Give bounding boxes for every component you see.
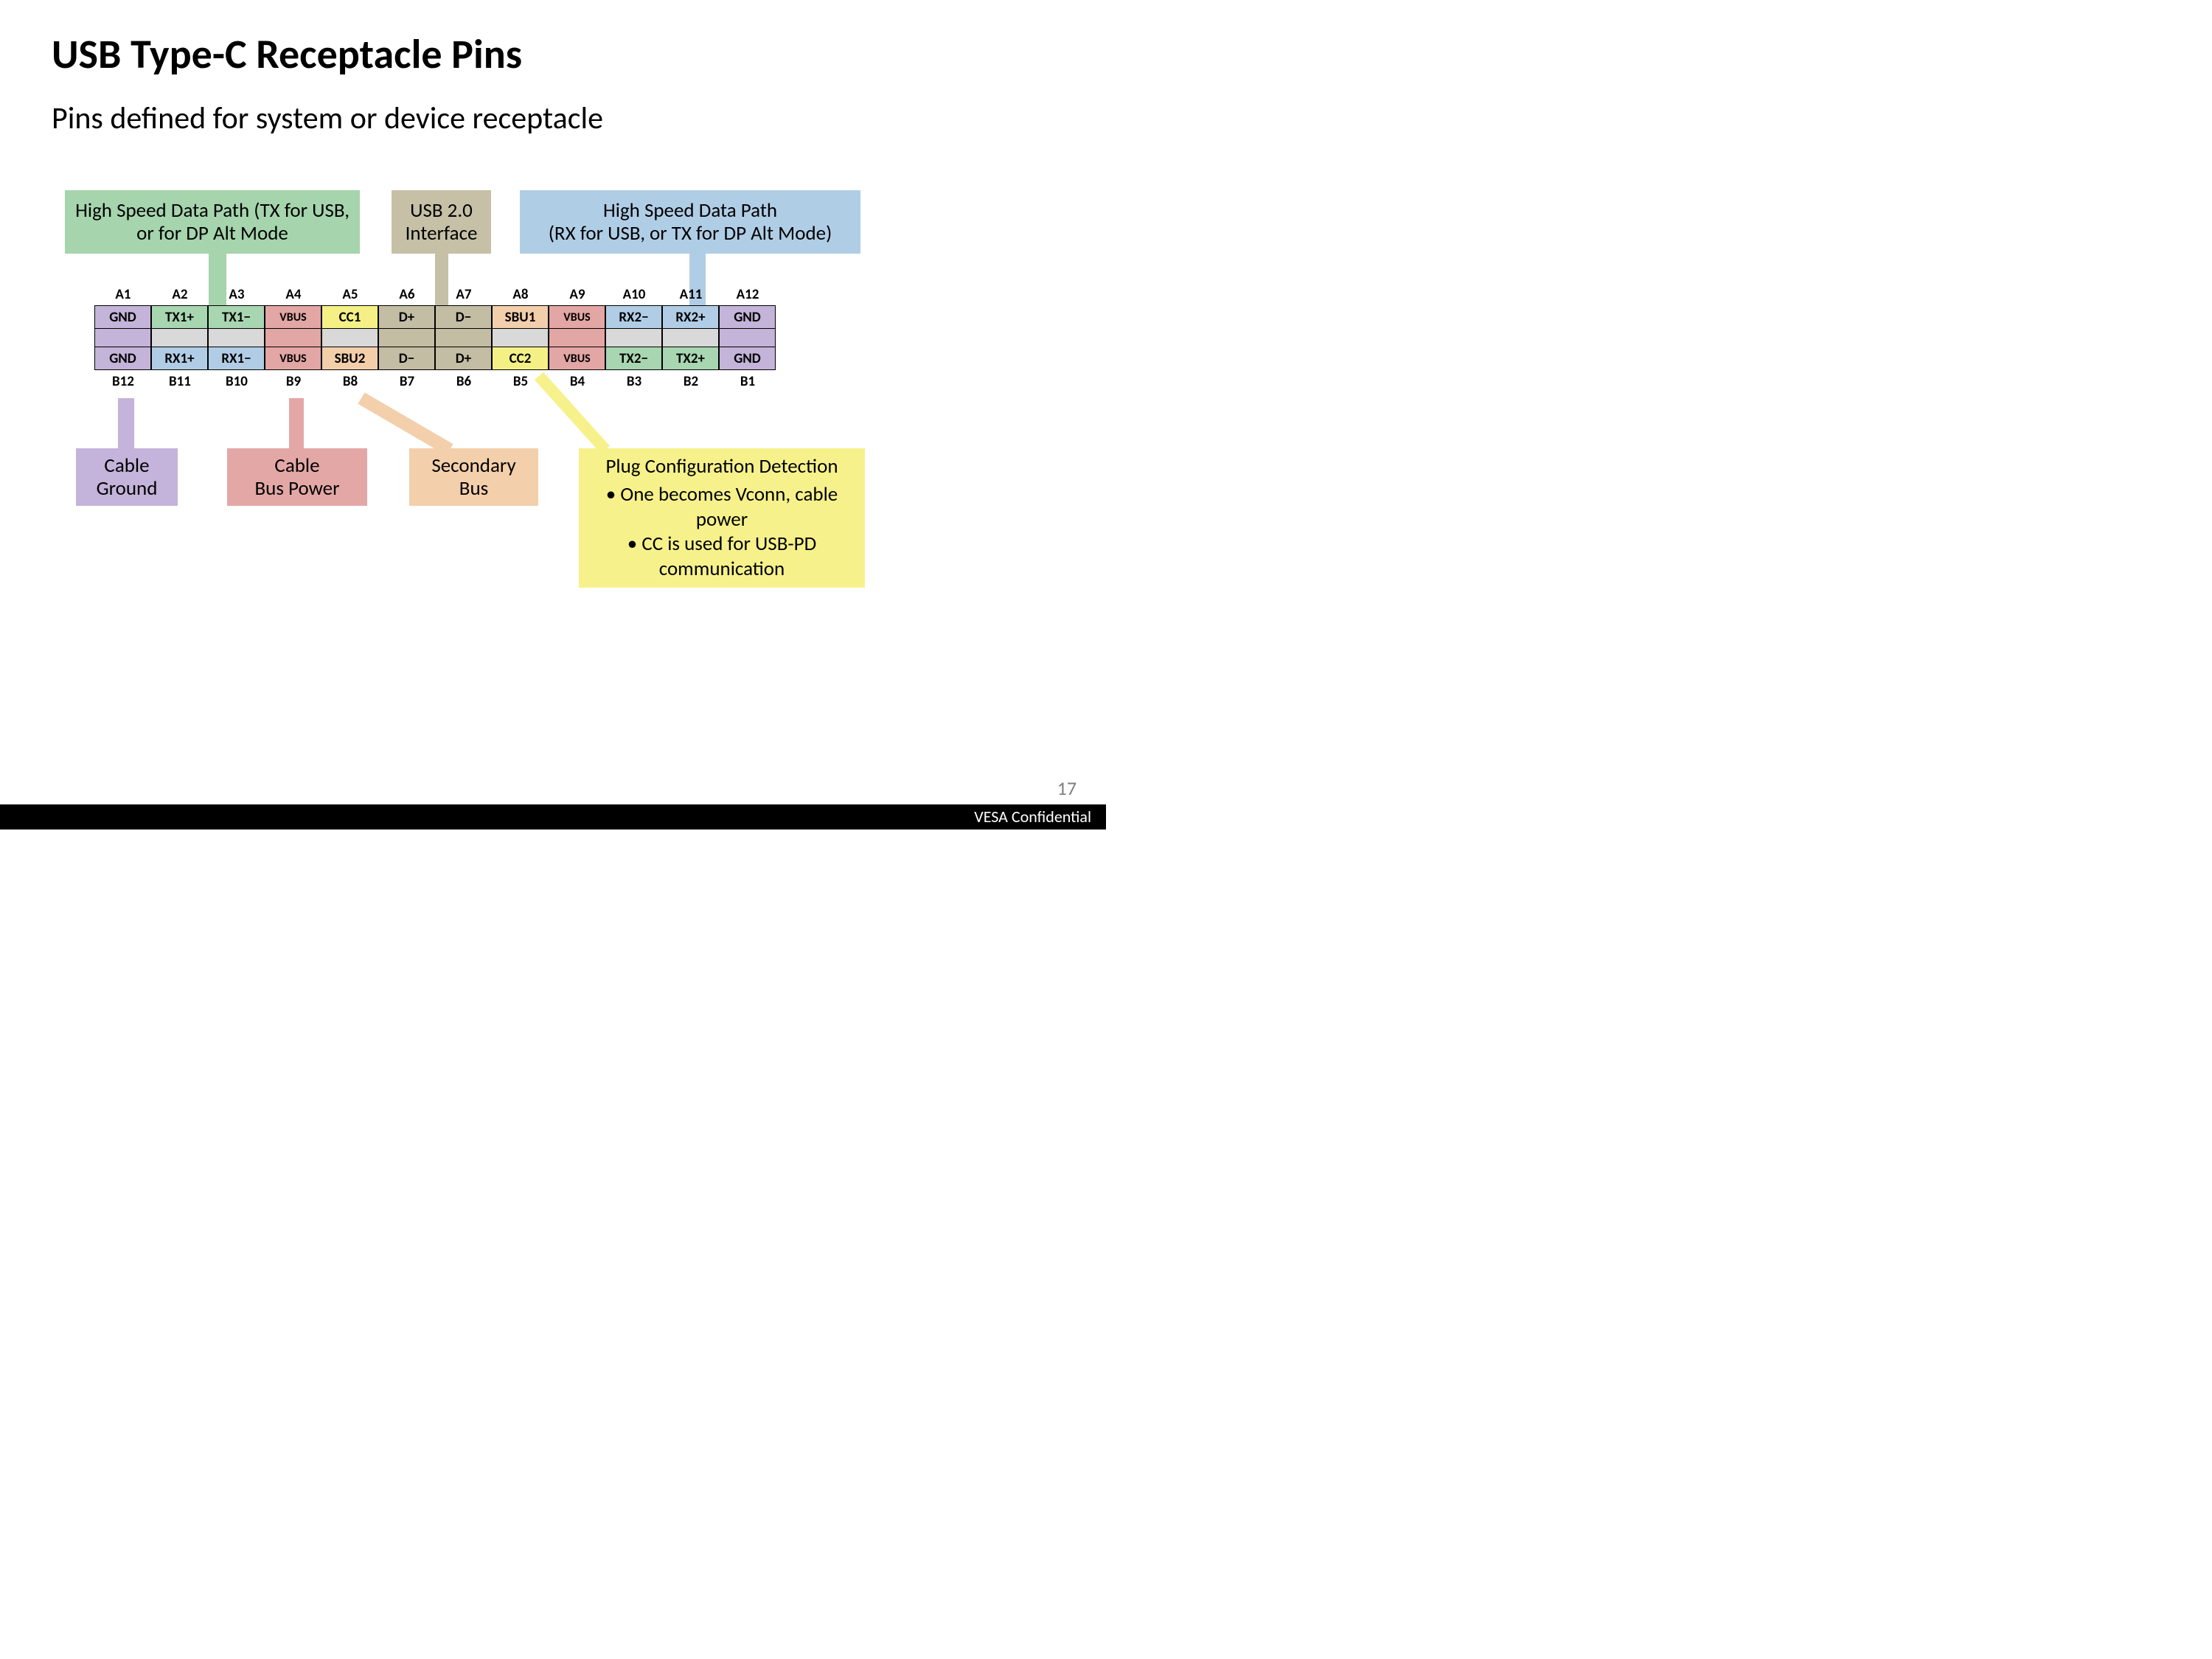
pin-cell-a: SBU1 (492, 305, 549, 329)
pin-label-top: A5 (321, 286, 380, 303)
text: High Speed Data Path (RX for USB, or TX … (549, 199, 832, 245)
pin-label-bottom: B12 (94, 373, 153, 390)
text: Cable Ground (82, 454, 172, 500)
text: USB 2.0 Interface (397, 199, 485, 245)
pin-cell-b: VBUS (265, 347, 321, 370)
pin-label-top: A7 (434, 286, 493, 303)
callout-cable-bus-power: Cable Bus Power (227, 448, 367, 506)
pin-label-top: A6 (378, 286, 437, 303)
pin-label-top: A10 (605, 286, 664, 303)
pin-cell-a: TX1− (208, 305, 265, 329)
pin-label-bottom: B10 (207, 373, 266, 390)
page-number: 17 (1057, 776, 1077, 800)
pin-mid (378, 329, 435, 347)
pin-mid (265, 329, 321, 347)
footer-bar: VESA Confidential (0, 804, 1106, 830)
callout-cable-ground: Cable Ground (76, 448, 178, 506)
pin-mid (94, 329, 151, 347)
pin-label-bottom: B6 (434, 373, 493, 390)
pin-cell-a: RX2+ (662, 305, 719, 329)
pin-cell-b: TX2− (605, 347, 662, 370)
pin-mid (321, 329, 378, 347)
pin-cell-a: TX1+ (151, 305, 208, 329)
pin-mid (549, 329, 605, 347)
pin-label-top: A8 (491, 286, 550, 303)
pin-cell-b: RX1− (208, 347, 265, 370)
pin-label-bottom: B3 (605, 373, 664, 390)
pin-cell-b: D− (378, 347, 435, 370)
pin-label-top: A12 (718, 286, 777, 303)
pin-label-top: A2 (150, 286, 209, 303)
pin-label-bottom: B5 (491, 373, 550, 390)
pin-cell-b: VBUS (549, 347, 605, 370)
pin-label-bottom: B2 (661, 373, 720, 390)
pin-cell-a: VBUS (549, 305, 605, 329)
pin-cell-b: D+ (435, 347, 492, 370)
pin-cell-a: CC1 (321, 305, 378, 329)
pin-mid (435, 329, 492, 347)
pin-mid (719, 329, 776, 347)
callout-secondary-bus: Secondary Bus (409, 448, 538, 506)
callout-hs-tx: High Speed Data Path (TX for USB, or for… (65, 190, 360, 254)
plug-bullet-2: CC is used for USB-PD communication (586, 532, 858, 582)
pin-label-bottom: B1 (718, 373, 777, 390)
pin-cell-a: RX2− (605, 305, 662, 329)
slide: USB Type-C Receptacle Pins Pins defined … (0, 0, 1106, 830)
pin-cell-b: GND (94, 347, 151, 370)
callout-plug-configuration: Plug Configuration Detection One becomes… (579, 448, 865, 588)
watermark: VESA Confidential (974, 807, 1091, 827)
pin-label-bottom: B8 (321, 373, 380, 390)
pin-label-top: A9 (548, 286, 607, 303)
callout-usb2: USB 2.0 Interface (392, 190, 491, 254)
pin-cell-b: SBU2 (321, 347, 378, 370)
slide-title: USB Type-C Receptacle Pins (52, 29, 522, 80)
pin-label-top: A4 (264, 286, 323, 303)
pin-label-bottom: B11 (150, 373, 209, 390)
pin-mid (492, 329, 549, 347)
pin-mid (208, 329, 265, 347)
pin-cell-b: GND (719, 347, 776, 370)
plug-bullet-1: One becomes Vconn, cable power (586, 482, 858, 532)
text: Cable Bus Power (255, 454, 340, 500)
pin-cell-a: D+ (378, 305, 435, 329)
pin-label-bottom: B7 (378, 373, 437, 390)
text: Secondary Bus (415, 454, 532, 500)
connector-cable-bus-power (289, 398, 304, 450)
pin-mid (662, 329, 719, 347)
slide-subtitle: Pins defined for system or device recept… (52, 100, 603, 137)
pin-label-top: A3 (207, 286, 266, 303)
pin-label-bottom: B9 (264, 373, 323, 390)
pin-cell-b: CC2 (492, 347, 549, 370)
pin-cell-a: VBUS (265, 305, 321, 329)
pin-label-top: A1 (94, 286, 153, 303)
pin-label-bottom: B4 (548, 373, 607, 390)
text: High Speed Data Path (TX for USB, or for… (71, 199, 354, 245)
pin-mid (151, 329, 208, 347)
callout-hs-rx: High Speed Data Path (RX for USB, or TX … (520, 190, 860, 254)
pin-cell-a: GND (94, 305, 151, 329)
pin-cell-a: GND (719, 305, 776, 329)
pin-label-top: A11 (661, 286, 720, 303)
plug-title: Plug Configuration Detection (586, 454, 858, 479)
pin-cell-b: RX1+ (151, 347, 208, 370)
connector-cable-ground (118, 398, 134, 450)
pin-cell-b: TX2+ (662, 347, 719, 370)
pin-mid (605, 329, 662, 347)
pin-cell-a: D− (435, 305, 492, 329)
